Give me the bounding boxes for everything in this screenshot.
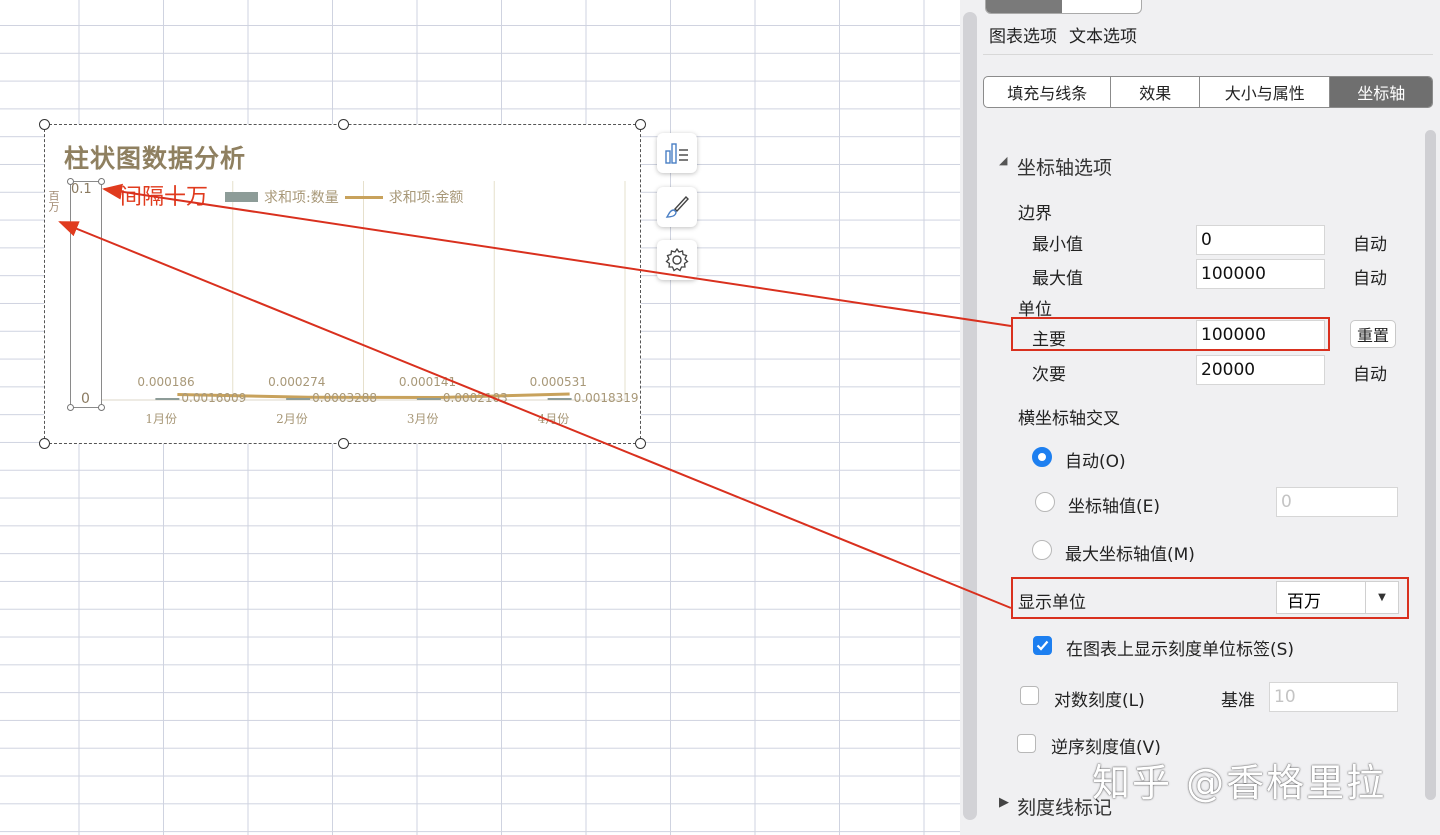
expand-triangle-icon[interactable]: ▶ [999,795,1009,810]
legend-swatch-quantity [225,192,258,202]
show-unit-label-text[interactable]: 在图表上显示刻度单位标签(S) [1066,635,1294,660]
y-tick-label-max: 0.1 [71,182,92,197]
collapse-triangle-icon[interactable]: ◢ [999,154,1007,167]
y-tick-label-min: 0 [81,391,90,407]
display-unit-label: 显示单位 [1018,593,1086,613]
x-tick-label: 2月份 [276,412,308,426]
bar-quantity [416,398,441,400]
data-label-quantity: 0.000141 [398,375,457,389]
data-label-quantity: 0.000186 [137,375,195,389]
chart-elements-icon [665,143,688,164]
chart-legend[interactable]: 求和项:数量 求和项:金额 [225,187,463,207]
log-scale-checkbox[interactable] [1020,686,1039,705]
chart-elements-button[interactable] [657,133,697,173]
x-tick-label: 1月份 [145,412,178,426]
max-label: 最大值 [1032,269,1083,289]
cross-auto-label[interactable]: 自动(O) [1065,447,1126,472]
legend-label-amount: 求和项:金额 [388,190,464,206]
check-icon [1036,640,1049,651]
panel-scrollbar[interactable] [1425,130,1436,800]
horizontal-axis-cross-label: 横坐标轴交叉 [1018,409,1120,429]
tab-size-properties[interactable]: 大小与属性 [1200,77,1331,107]
chart-resize-handle-tl[interactable] [39,119,50,130]
y-axis-display-unit-label[interactable]: 百万 [45,190,61,212]
base-label: 基准 [1221,691,1255,711]
chart-resize-handle-bl[interactable] [39,438,50,449]
bar-quantity [547,398,572,400]
cross-value-field[interactable]: 0 [1276,487,1398,517]
reverse-order-checkbox[interactable] [1017,734,1036,753]
data-label-amount: 0.0002103 [442,391,508,405]
minor-auto-button[interactable]: 自动 [1353,360,1387,385]
cross-value-radio[interactable] [1035,492,1055,512]
bounds-label: 边界 [1018,204,1052,224]
vertical-axis-selected[interactable]: 0.1 0 [67,178,105,411]
chart-style-brush-icon [665,195,689,218]
tab-effects[interactable]: 效果 [1111,77,1201,107]
chart-style-button[interactable] [657,187,697,227]
chart-resize-handle-bc[interactable] [338,438,349,449]
vertical-scrollbar[interactable] [963,12,977,820]
reset-button[interactable]: 重置 [1350,320,1396,348]
cross-value-label[interactable]: 坐标轴值(E) [1068,492,1160,517]
data-label-amount: 0.0018319 [573,391,639,405]
data-label-amount: 0.0003288 [312,391,378,405]
display-unit-select[interactable]: 百万 ▼ [1276,581,1399,614]
log-scale-label[interactable]: 对数刻度(L) [1054,686,1145,711]
data-label-amount: 0.0016009 [181,391,247,405]
chart-options-tab[interactable]: 图表选项 [989,22,1057,47]
minor-label: 次要 [1032,365,1066,385]
chart-settings-button[interactable] [657,240,697,280]
data-label-quantity: 0.000531 [529,375,587,389]
text-options-tab[interactable]: 文本选项 [1069,22,1137,47]
min-value-field[interactable]: 0 [1196,225,1325,255]
axis-handle[interactable] [98,404,105,411]
chevron-down-icon[interactable]: ▼ [1365,582,1398,613]
highlight-box-major [1011,317,1330,351]
display-unit-value: 百万 [1287,592,1321,612]
vertical-gridlines [232,181,626,400]
bar-quantity [286,398,311,400]
base-field[interactable]: 10 [1269,682,1398,712]
x-tick-label: 4月份 [537,412,570,426]
divider [983,54,1433,55]
x-tick-label: 3月份 [406,412,439,426]
bar-quantity [155,398,180,400]
legend-label-quantity: 求和项:数量 [264,190,339,206]
chart-object[interactable]: 柱状图数据分析 求和项:数量 求和项:金额 0.1 0 百万 间隔十万 0.00… [39,119,646,449]
show-unit-label-checkbox[interactable] [1033,636,1052,655]
tab-axis[interactable]: 坐标轴 [1330,77,1432,107]
tab-fill-line[interactable]: 填充与线条 [984,77,1112,107]
chart-resize-handle-tc[interactable] [338,119,349,130]
axis-handle[interactable] [98,178,105,185]
annotation-interval-note: 间隔十万 [120,185,209,210]
cross-auto-radio[interactable] [1032,447,1052,467]
cross-max-radio[interactable] [1032,540,1052,560]
legend-swatch-amount [344,195,383,199]
format-tabs[interactable]: 填充与线条 效果 大小与属性 坐标轴 [983,76,1433,108]
minor-unit-field[interactable]: 20000 [1196,355,1325,385]
chart-mode-tab[interactable] [986,0,1062,13]
max-value-field[interactable]: 100000 [1196,259,1325,289]
chart-resize-handle-br[interactable] [635,438,646,449]
min-label: 最小值 [1032,235,1083,255]
data-label-quantity: 0.000274 [268,375,326,389]
chart-settings-gear-icon [665,247,689,272]
panel-mode-toggle[interactable] [985,0,1142,14]
watermark: 知乎 @香格里拉 [1092,761,1387,805]
axis-handle[interactable] [67,404,74,411]
cross-max-label[interactable]: 最大坐标轴值(M) [1065,540,1195,565]
axis-options-section[interactable]: 坐标轴选项 [1017,153,1112,180]
min-auto-button[interactable]: 自动 [1353,230,1387,255]
max-auto-button[interactable]: 自动 [1353,264,1387,289]
chart-resize-handle-tr[interactable] [635,119,646,130]
